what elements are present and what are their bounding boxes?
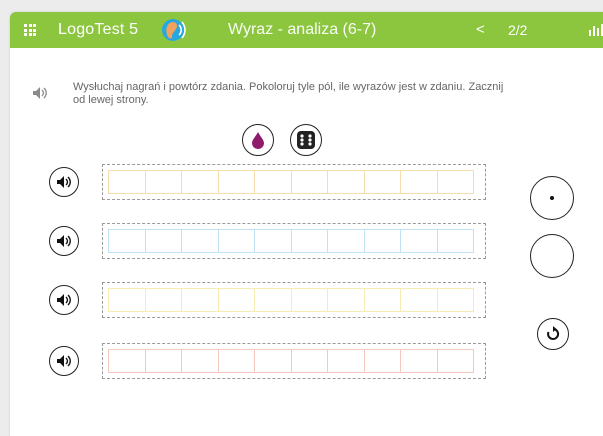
word-cell[interactable] <box>327 288 365 312</box>
word-cell[interactable] <box>400 288 438 312</box>
grid-menu-icon[interactable] <box>24 24 36 36</box>
previous-page-button[interactable]: < <box>476 21 485 38</box>
word-cell[interactable] <box>290 170 328 194</box>
word-cell[interactable] <box>400 229 438 253</box>
word-cell[interactable] <box>144 349 182 373</box>
dot-circle-button[interactable] <box>530 176 574 220</box>
word-cell[interactable] <box>363 349 401 373</box>
word-cell[interactable] <box>254 229 292 253</box>
cell-strip <box>108 170 474 194</box>
empty-circle-button[interactable] <box>530 234 574 278</box>
cell-strip <box>108 349 474 373</box>
word-cell[interactable] <box>144 288 182 312</box>
word-cell[interactable] <box>108 349 146 373</box>
word-cell[interactable] <box>400 349 438 373</box>
word-cell[interactable] <box>254 349 292 373</box>
reset-icon <box>547 326 560 340</box>
word-cell[interactable] <box>436 229 474 253</box>
app-title: LogoTest 5 <box>58 21 139 38</box>
instruction-text: Wysłuchaj nagrań i powtórz zdania. Pokol… <box>73 81 504 106</box>
word-cell[interactable] <box>363 288 401 312</box>
cell-strip <box>108 229 474 253</box>
row-1-speaker-button[interactable] <box>49 167 79 197</box>
word-cell[interactable] <box>144 170 182 194</box>
top-bar: LogoTest 5 Wyraz - analiza (6-7) < 2/2 <box>10 12 603 48</box>
paint-drop-button[interactable] <box>242 124 274 156</box>
row-2-speaker-button[interactable] <box>49 226 79 256</box>
word-cell[interactable] <box>290 229 328 253</box>
word-cell[interactable] <box>181 229 219 253</box>
row-4-speaker-button[interactable] <box>49 346 79 376</box>
speaker-icon <box>57 294 71 306</box>
word-row-2 <box>102 223 486 259</box>
word-cell[interactable] <box>108 229 146 253</box>
word-cell[interactable] <box>290 288 328 312</box>
ear-icon <box>162 19 186 41</box>
speaker-icon[interactable] <box>32 86 48 100</box>
word-cell[interactable] <box>217 229 255 253</box>
word-cell[interactable] <box>181 288 219 312</box>
word-cell[interactable] <box>290 349 328 373</box>
app-window: LogoTest 5 Wyraz - analiza (6-7) < 2/2 W… <box>10 12 603 436</box>
word-cell[interactable] <box>217 349 255 373</box>
word-cell[interactable] <box>436 349 474 373</box>
bar-chart-icon[interactable] <box>588 24 603 36</box>
paint-drop-icon <box>252 132 264 149</box>
word-row-4 <box>102 343 486 379</box>
word-cell[interactable] <box>363 170 401 194</box>
word-cell[interactable] <box>327 170 365 194</box>
word-cell[interactable] <box>108 170 146 194</box>
word-cell[interactable] <box>436 170 474 194</box>
word-cell[interactable] <box>108 288 146 312</box>
word-cell[interactable] <box>181 349 219 373</box>
word-cell[interactable] <box>436 288 474 312</box>
word-cell[interactable] <box>363 229 401 253</box>
reset-button[interactable] <box>537 318 569 350</box>
word-row-3 <box>102 282 486 318</box>
word-cell[interactable] <box>327 349 365 373</box>
word-cell[interactable] <box>217 288 255 312</box>
row-3-speaker-button[interactable] <box>49 285 79 315</box>
speaker-icon <box>57 176 71 188</box>
word-cell[interactable] <box>144 229 182 253</box>
word-cell[interactable] <box>217 170 255 194</box>
word-cell[interactable] <box>254 288 292 312</box>
word-row-1 <box>102 164 486 200</box>
word-cell[interactable] <box>181 170 219 194</box>
dice-icon <box>297 131 315 149</box>
speaker-icon <box>57 355 71 367</box>
page-indicator: 2/2 <box>508 22 528 38</box>
dice-button[interactable] <box>290 124 322 156</box>
word-cell[interactable] <box>327 229 365 253</box>
cell-strip <box>108 288 474 312</box>
word-cell[interactable] <box>254 170 292 194</box>
module-title: Wyraz - analiza (6-7) <box>228 21 377 38</box>
dot-icon <box>550 196 554 200</box>
speaker-icon <box>57 235 71 247</box>
word-cell[interactable] <box>400 170 438 194</box>
